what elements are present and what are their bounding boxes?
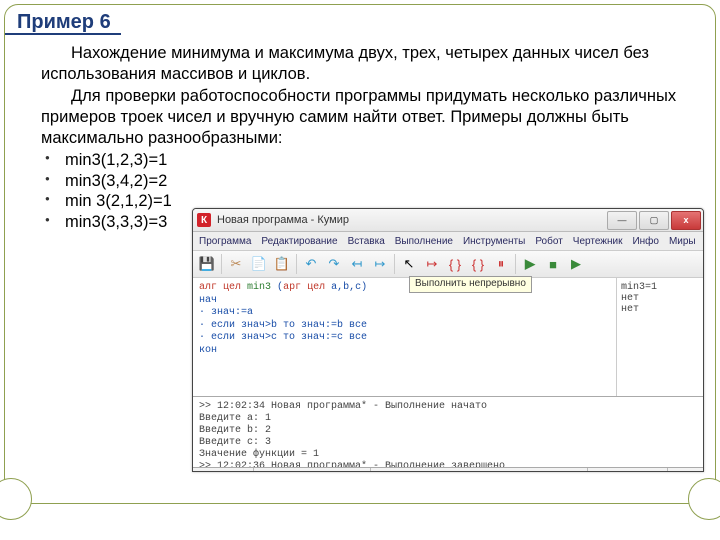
brace-open-icon[interactable]: { } [445,254,465,274]
maximize-button[interactable]: ▢ [639,211,669,230]
app-icon: К [197,213,211,227]
step-icon[interactable]: ↦ [422,254,442,274]
status-mode: ВСТ [668,468,703,472]
menu-program[interactable]: Программа [199,236,251,247]
menubar: Программа Редактирование Вставка Выполне… [193,232,703,251]
output-margin: min3=1 нет нет [616,278,703,396]
example-item: min3(3,4,2)=2 [41,171,693,192]
slide-content: Нахождение минимума и максимума двух, тр… [5,39,715,233]
cursor-icon[interactable]: ↖ [399,254,419,274]
code-line: алг цел min3 (арг цел a,b,c) [199,282,610,295]
code-line: · если знач>b то знач:=b все [199,320,610,333]
menu-run[interactable]: Выполнение [395,236,453,247]
menu-info[interactable]: Инфо [632,236,659,247]
run-icon[interactable]: ▶ [520,254,540,274]
decorative-circle [688,478,720,520]
stop-square-icon[interactable]: ■ [543,254,563,274]
app-title: Новая программа - Кумир [217,214,599,226]
close-button[interactable]: x [671,211,701,230]
play-icon: ▶ [201,471,209,473]
separator [394,254,395,274]
console-line: Значение функции = 1 [199,449,697,461]
console-line: >> 12:02:36 Новая программа* - Выполнени… [199,461,697,468]
separator [515,254,516,274]
resume-icon[interactable]: ▶ [566,254,586,274]
minimize-button[interactable]: — [607,211,637,230]
paragraph-2: Для проверки работоспособности программы… [41,86,693,148]
code-line: · если знач>c то знач:=c все [199,332,610,345]
indent-in-icon[interactable]: ↦ [370,254,390,274]
statusbar: ▶ Анализ Выполнено шагов: 20 Выполнение … [193,468,703,472]
save-icon[interactable]: 💾 [197,254,217,274]
stop-icon[interactable]: ⏸ [491,254,511,274]
paste-icon[interactable]: 📋 [272,254,292,274]
code-editor[interactable]: алг цел min3 (арг цел a,b,c) нач · знач:… [193,278,616,396]
toolbar: 💾 ✂ 📄 📋 ↶ ↷ ↤ ↦ ↖ ↦ { } { } ⏸ ▶ ■ ▶ [193,251,703,278]
brace-close-icon[interactable]: { } [468,254,488,274]
menu-tools[interactable]: Инструменты [463,236,525,247]
indent-out-icon[interactable]: ↤ [347,254,367,274]
status-done: Выполнение завершено [371,468,588,472]
code-line: · знач:=a [199,307,610,320]
undo-icon[interactable]: ↶ [301,254,321,274]
copy-icon[interactable]: 📄 [249,254,269,274]
code-line: нач [199,295,610,308]
code-line: кон [199,345,610,358]
console-line: >> 12:02:34 Новая программа* - Выполнени… [199,401,697,413]
menu-edit[interactable]: Редактирование [261,236,337,247]
console[interactable]: >> 12:02:34 Новая программа* - Выполнени… [193,397,703,468]
slide-title: Пример 6 [5,7,121,35]
titlebar[interactable]: К Новая программа - Кумир — ▢ x [193,209,703,232]
console-line: Введите a: 1 [199,413,697,425]
margin-line: нет [621,293,699,304]
console-line: Введите b: 2 [199,425,697,437]
menu-worlds[interactable]: Миры [669,236,696,247]
console-line: Введите c: 3 [199,437,697,449]
status-steps: Выполнено шагов: 20 [254,468,371,472]
menu-insert[interactable]: Вставка [348,236,385,247]
status-analysis: ▶ Анализ [193,468,254,472]
menu-robot[interactable]: Робот [535,236,562,247]
kumir-app-window: К Новая программа - Кумир — ▢ x Программ… [192,208,704,472]
redo-icon[interactable]: ↷ [324,254,344,274]
margin-line: min3=1 [621,282,699,293]
code-area: алг цел min3 (арг цел a,b,c) нач · знач:… [193,278,703,397]
separator [221,254,222,274]
margin-line: нет [621,304,699,315]
example-item: min3(1,2,3)=1 [41,150,693,171]
paragraph-1: Нахождение минимума и максимума двух, тр… [41,43,693,84]
separator [296,254,297,274]
run-tooltip: Выполнить непрерывно [409,276,532,293]
menu-draftsman[interactable]: Чертежник [573,236,623,247]
cut-icon[interactable]: ✂ [226,254,246,274]
status-cursor-pos: Стр: 7, Поз: 1 [588,468,667,472]
